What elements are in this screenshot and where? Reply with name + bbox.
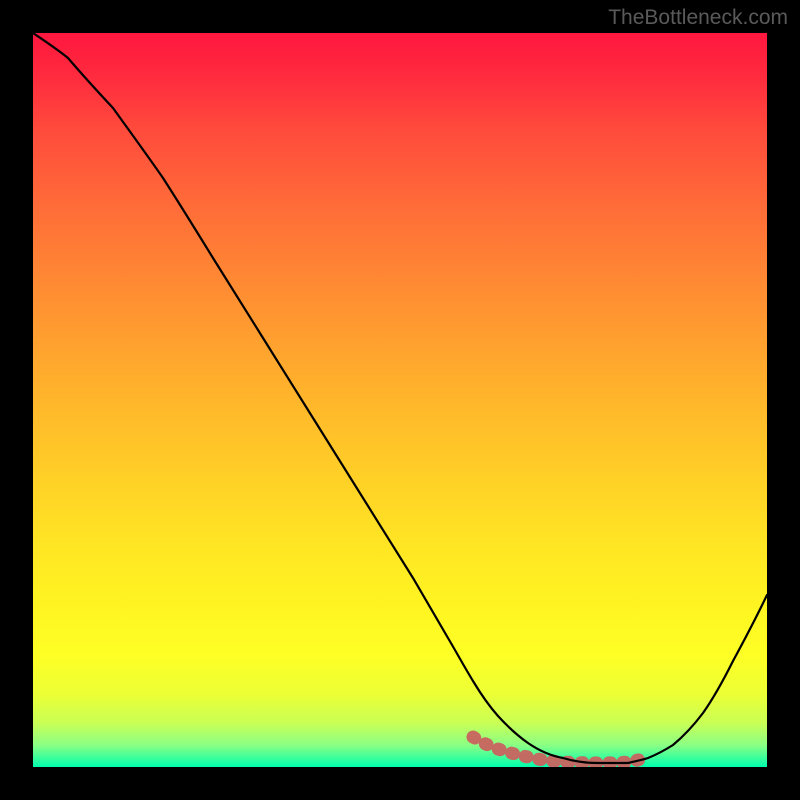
bottom-band-path [473,737,648,763]
plot-area [33,33,767,767]
watermark-text: TheBottleneck.com [608,6,788,30]
chart-svg [33,33,767,767]
main-curve-path [33,33,767,763]
